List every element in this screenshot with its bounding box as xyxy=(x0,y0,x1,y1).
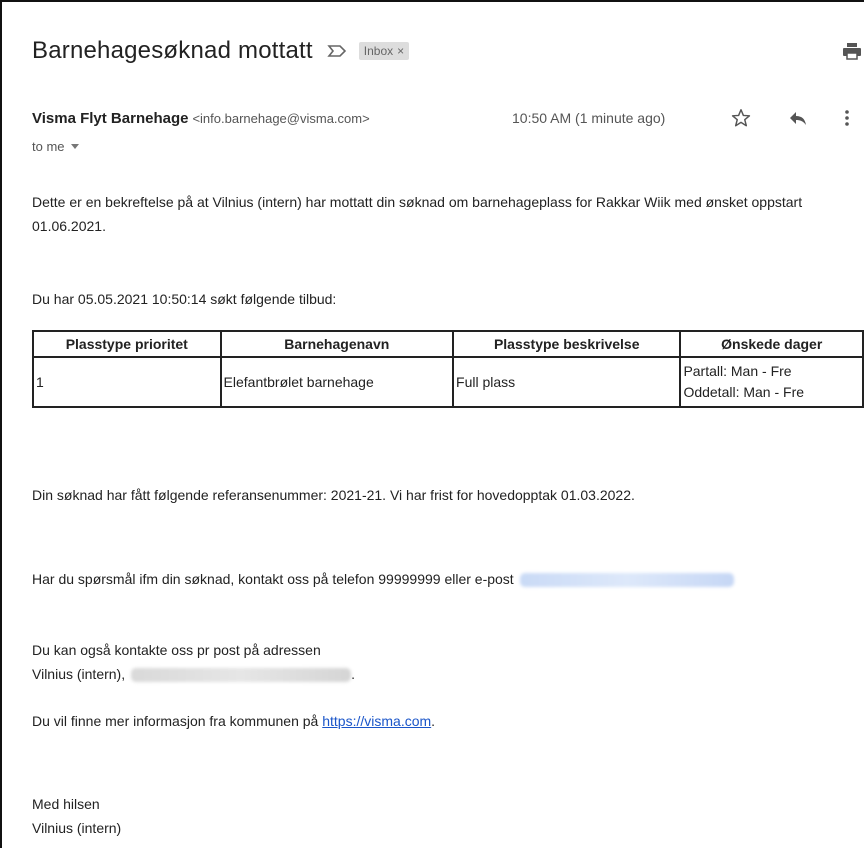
cell-kindergarten: Elefantbrølet barnehage xyxy=(219,356,455,408)
print-icon[interactable] xyxy=(842,41,862,61)
info-text: Du vil finne mer informasjon fra kommune… xyxy=(32,713,319,729)
more-vert-icon[interactable] xyxy=(842,107,852,129)
redacted-address xyxy=(131,668,352,683)
address-end: . xyxy=(351,666,356,682)
address-line: Vilnius (intern),. xyxy=(32,662,862,686)
timestamp: 10:50 AM (1 minute ago) xyxy=(512,110,666,126)
chevron-down-icon[interactable] xyxy=(70,144,79,149)
subject-row: Barnehagesøknad mottatt Inbox × xyxy=(32,34,410,68)
offer-table: Plasstype prioritet Barnehagenavn Plasst… xyxy=(32,330,864,408)
info-end: . xyxy=(431,713,436,729)
confirmation-paragraph: Dette er en bekreftelse på at Vilnius (i… xyxy=(32,194,803,234)
table-row: 1 Elefantbrølet barnehage Full plass Par… xyxy=(32,356,864,408)
application-date-paragraph: Du har 05.05.2021 10:50:14 søkt følgende… xyxy=(32,291,337,307)
info-paragraph: Du vil finne mer informasjon fra kommune… xyxy=(32,709,862,733)
label-important-icon[interactable] xyxy=(327,41,347,61)
reply-icon[interactable] xyxy=(788,108,808,128)
inbox-label-text: Inbox xyxy=(363,44,394,58)
sender-email: <info.barnehage@visma.com> xyxy=(192,111,370,126)
cell-description: Full plass xyxy=(452,356,682,408)
contact-paragraph: Har du spørsmål ifm din søknad, kontakt … xyxy=(32,567,862,591)
address-org: Vilnius (intern), xyxy=(32,666,126,682)
recipient-text: to me xyxy=(32,139,65,154)
signature: Vilnius (intern) xyxy=(32,820,122,836)
municipality-link[interactable]: https://visma.com xyxy=(322,713,431,729)
sender-row: Visma Flyt Barnehage <info.barnehage@vis… xyxy=(32,107,862,129)
days-even: Partall: Man - Fre xyxy=(683,363,792,379)
header-priority: Plasstype prioritet xyxy=(32,330,222,358)
reference-paragraph: Din søknad har fått følgende referansenu… xyxy=(32,487,635,503)
signature-block: Med hilsen Vilnius (intern) xyxy=(32,792,862,840)
inbox-label-chip[interactable]: Inbox × xyxy=(358,42,410,60)
days-odd: Oddetall: Man - Fre xyxy=(683,384,805,400)
address-intro: Du kan også kontakte oss pr post på adre… xyxy=(32,642,321,658)
cell-priority: 1 xyxy=(32,356,222,408)
sender-name: Visma Flyt Barnehage xyxy=(32,110,189,127)
contact-text: Har du spørsmål ifm din søknad, kontakt … xyxy=(32,571,514,587)
recipient-row[interactable]: to me xyxy=(32,139,79,154)
remove-label-icon[interactable]: × xyxy=(397,44,404,58)
header-description: Plasstype beskrivelse xyxy=(452,330,682,358)
header-kindergarten: Barnehagenavn xyxy=(219,330,455,358)
star-icon[interactable] xyxy=(730,107,752,129)
header-days: Ønskede dager xyxy=(679,330,864,358)
closing: Med hilsen xyxy=(32,796,100,812)
address-paragraph: Du kan også kontakte oss pr post på adre… xyxy=(32,638,862,686)
cell-days: Partall: Man - Fre Oddetall: Man - Fre xyxy=(679,356,864,408)
table-header-row: Plasstype prioritet Barnehagenavn Plasst… xyxy=(32,330,864,358)
email-view: Barnehagesøknad mottatt Inbox × Visma Fl… xyxy=(0,0,864,848)
redacted-email[interactable] xyxy=(519,573,734,588)
email-subject: Barnehagesøknad mottatt xyxy=(32,37,313,64)
